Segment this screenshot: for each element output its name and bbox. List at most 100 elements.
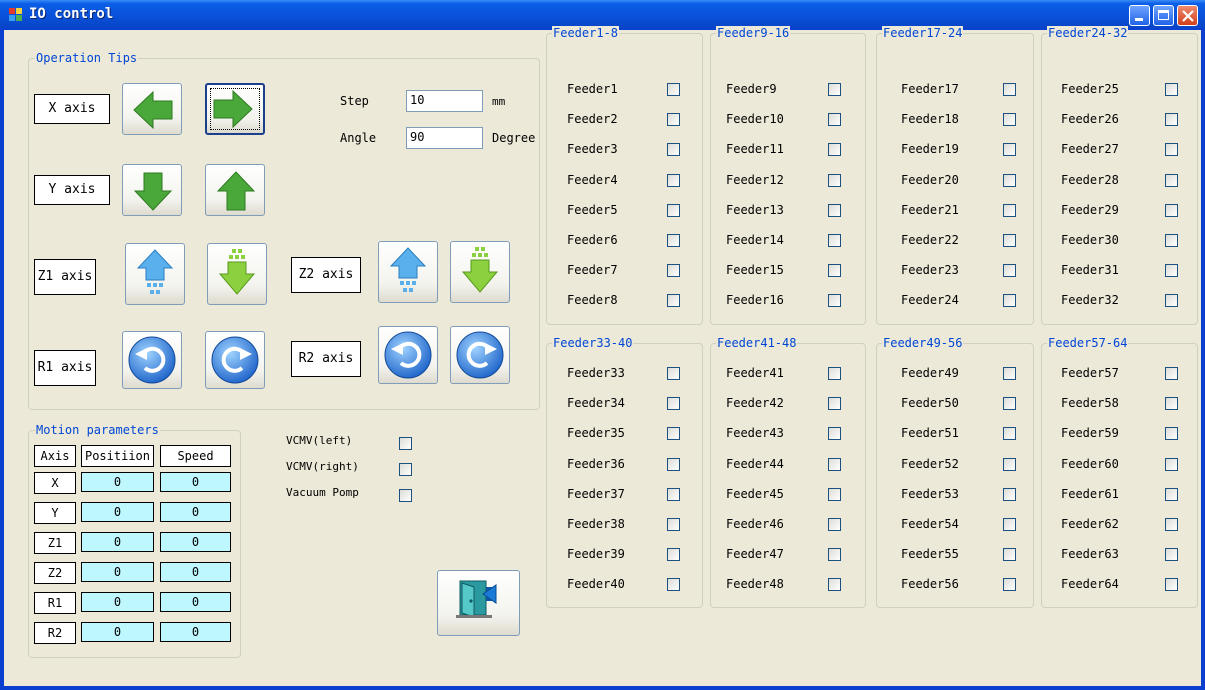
feeder-checkbox[interactable] xyxy=(828,367,841,380)
feeder-checkbox[interactable] xyxy=(667,548,680,561)
feeder-checkbox[interactable] xyxy=(667,578,680,591)
switch-checkbox[interactable] xyxy=(399,437,412,450)
z2-down-button[interactable] xyxy=(450,241,510,303)
feeder-checkbox[interactable] xyxy=(1165,204,1178,217)
r2-cw-button[interactable] xyxy=(450,326,510,384)
feeder-checkbox[interactable] xyxy=(1003,174,1016,187)
feeder-checkbox[interactable] xyxy=(1003,234,1016,247)
feeder-checkbox[interactable] xyxy=(1003,83,1016,96)
feeder-checkbox[interactable] xyxy=(1003,578,1016,591)
feeder-checkbox[interactable] xyxy=(1165,367,1178,380)
feeder-checkbox[interactable] xyxy=(1165,518,1178,531)
feeder-checkbox[interactable] xyxy=(667,143,680,156)
switch-checkbox[interactable] xyxy=(399,489,412,502)
feeder-checkbox[interactable] xyxy=(828,548,841,561)
feeder-checkbox[interactable] xyxy=(1003,518,1016,531)
y-axis-label: Y axis xyxy=(34,175,110,205)
feeder-checkbox[interactable] xyxy=(828,518,841,531)
feeder-checkbox[interactable] xyxy=(1165,174,1178,187)
feeder-label: Feeder33 xyxy=(567,366,625,380)
exit-button[interactable] xyxy=(437,570,520,636)
feeder-checkbox[interactable] xyxy=(667,204,680,217)
feeder-checkbox[interactable] xyxy=(1003,397,1016,410)
feeder-checkbox[interactable] xyxy=(828,458,841,471)
maximize-button[interactable] xyxy=(1153,5,1174,26)
feeder-checkbox[interactable] xyxy=(1003,488,1016,501)
feeder-checkbox[interactable] xyxy=(667,397,680,410)
feeder-checkbox[interactable] xyxy=(1003,264,1016,277)
feeder-checkbox[interactable] xyxy=(667,234,680,247)
feeder-checkbox[interactable] xyxy=(1003,113,1016,126)
feeder-checkbox[interactable] xyxy=(828,204,841,217)
feeder-checkbox[interactable] xyxy=(1003,458,1016,471)
feeder-checkbox[interactable] xyxy=(667,367,680,380)
feeder-checkbox[interactable] xyxy=(667,174,680,187)
x-left-button[interactable] xyxy=(122,83,182,135)
feeder-checkbox[interactable] xyxy=(1165,113,1178,126)
z2-up-button[interactable] xyxy=(378,241,438,303)
step-input[interactable]: 10 xyxy=(406,90,483,112)
x-right-button[interactable] xyxy=(205,83,265,135)
arrow-down-icon xyxy=(133,172,173,211)
feeder-checkbox[interactable] xyxy=(1165,143,1178,156)
feeder-checkbox[interactable] xyxy=(667,113,680,126)
feeder-checkbox[interactable] xyxy=(1165,264,1178,277)
feeder-checkbox[interactable] xyxy=(828,143,841,156)
y-down-button[interactable] xyxy=(122,164,182,216)
r1-cw-button[interactable] xyxy=(205,331,265,389)
feeder-checkbox[interactable] xyxy=(1165,397,1178,410)
feeder-label: Feeder34 xyxy=(567,396,625,410)
feeder-checkbox[interactable] xyxy=(1165,548,1178,561)
feeder-checkbox[interactable] xyxy=(828,83,841,96)
feeder-checkbox[interactable] xyxy=(667,488,680,501)
feeder-group: Feeder57-64 xyxy=(1041,336,1198,608)
feeder-checkbox[interactable] xyxy=(828,397,841,410)
angle-input[interactable]: 90 xyxy=(406,127,483,149)
feeder-checkbox[interactable] xyxy=(828,264,841,277)
feeder-checkbox[interactable] xyxy=(828,174,841,187)
switch-checkbox[interactable] xyxy=(399,463,412,476)
feeder-label: Feeder19 xyxy=(901,142,959,156)
feeder-checkbox[interactable] xyxy=(1165,83,1178,96)
feeder-label: Feeder27 xyxy=(1061,142,1119,156)
feeder-checkbox[interactable] xyxy=(1165,294,1178,307)
feeder-checkbox[interactable] xyxy=(1003,143,1016,156)
feeder-label: Feeder40 xyxy=(567,577,625,591)
feeder-checkbox[interactable] xyxy=(1165,234,1178,247)
feeder-checkbox[interactable] xyxy=(828,234,841,247)
feeder-checkbox[interactable] xyxy=(1003,294,1016,307)
feeder-checkbox[interactable] xyxy=(1003,427,1016,440)
feeder-checkbox[interactable] xyxy=(667,264,680,277)
feeder-label: Feeder16 xyxy=(726,293,784,307)
feeder-checkbox[interactable] xyxy=(667,83,680,96)
feeder-checkbox[interactable] xyxy=(1003,367,1016,380)
feeder-checkbox[interactable] xyxy=(1165,458,1178,471)
feeder-checkbox[interactable] xyxy=(667,294,680,307)
feeder-checkbox[interactable] xyxy=(828,488,841,501)
feeder-checkbox[interactable] xyxy=(1165,427,1178,440)
feeder-label: Feeder42 xyxy=(726,396,784,410)
switch-label: VCMV(right) xyxy=(286,460,359,473)
feeder-checkbox[interactable] xyxy=(1165,578,1178,591)
z1-up-button[interactable] xyxy=(125,243,185,305)
feeder-checkbox[interactable] xyxy=(667,427,680,440)
arrow-left-icon xyxy=(133,90,173,130)
feeder-checkbox[interactable] xyxy=(1165,488,1178,501)
minimize-button[interactable] xyxy=(1129,5,1150,26)
feeder-label: Feeder37 xyxy=(567,487,625,501)
close-button[interactable] xyxy=(1177,5,1198,26)
feeder-checkbox[interactable] xyxy=(667,518,680,531)
feeder-checkbox[interactable] xyxy=(828,294,841,307)
feeder-checkbox[interactable] xyxy=(828,113,841,126)
feeder-checkbox[interactable] xyxy=(828,427,841,440)
feeder-label: Feeder43 xyxy=(726,426,784,440)
r1-ccw-button[interactable] xyxy=(122,331,182,389)
feeder-checkbox[interactable] xyxy=(828,578,841,591)
feeder-checkbox[interactable] xyxy=(1003,204,1016,217)
feeder-checkbox[interactable] xyxy=(1003,548,1016,561)
y-up-button[interactable] xyxy=(205,164,265,216)
r2-ccw-button[interactable] xyxy=(378,326,438,384)
feeder-checkbox[interactable] xyxy=(667,458,680,471)
z1-down-button[interactable] xyxy=(207,243,267,305)
feeder-label: Feeder57 xyxy=(1061,366,1119,380)
